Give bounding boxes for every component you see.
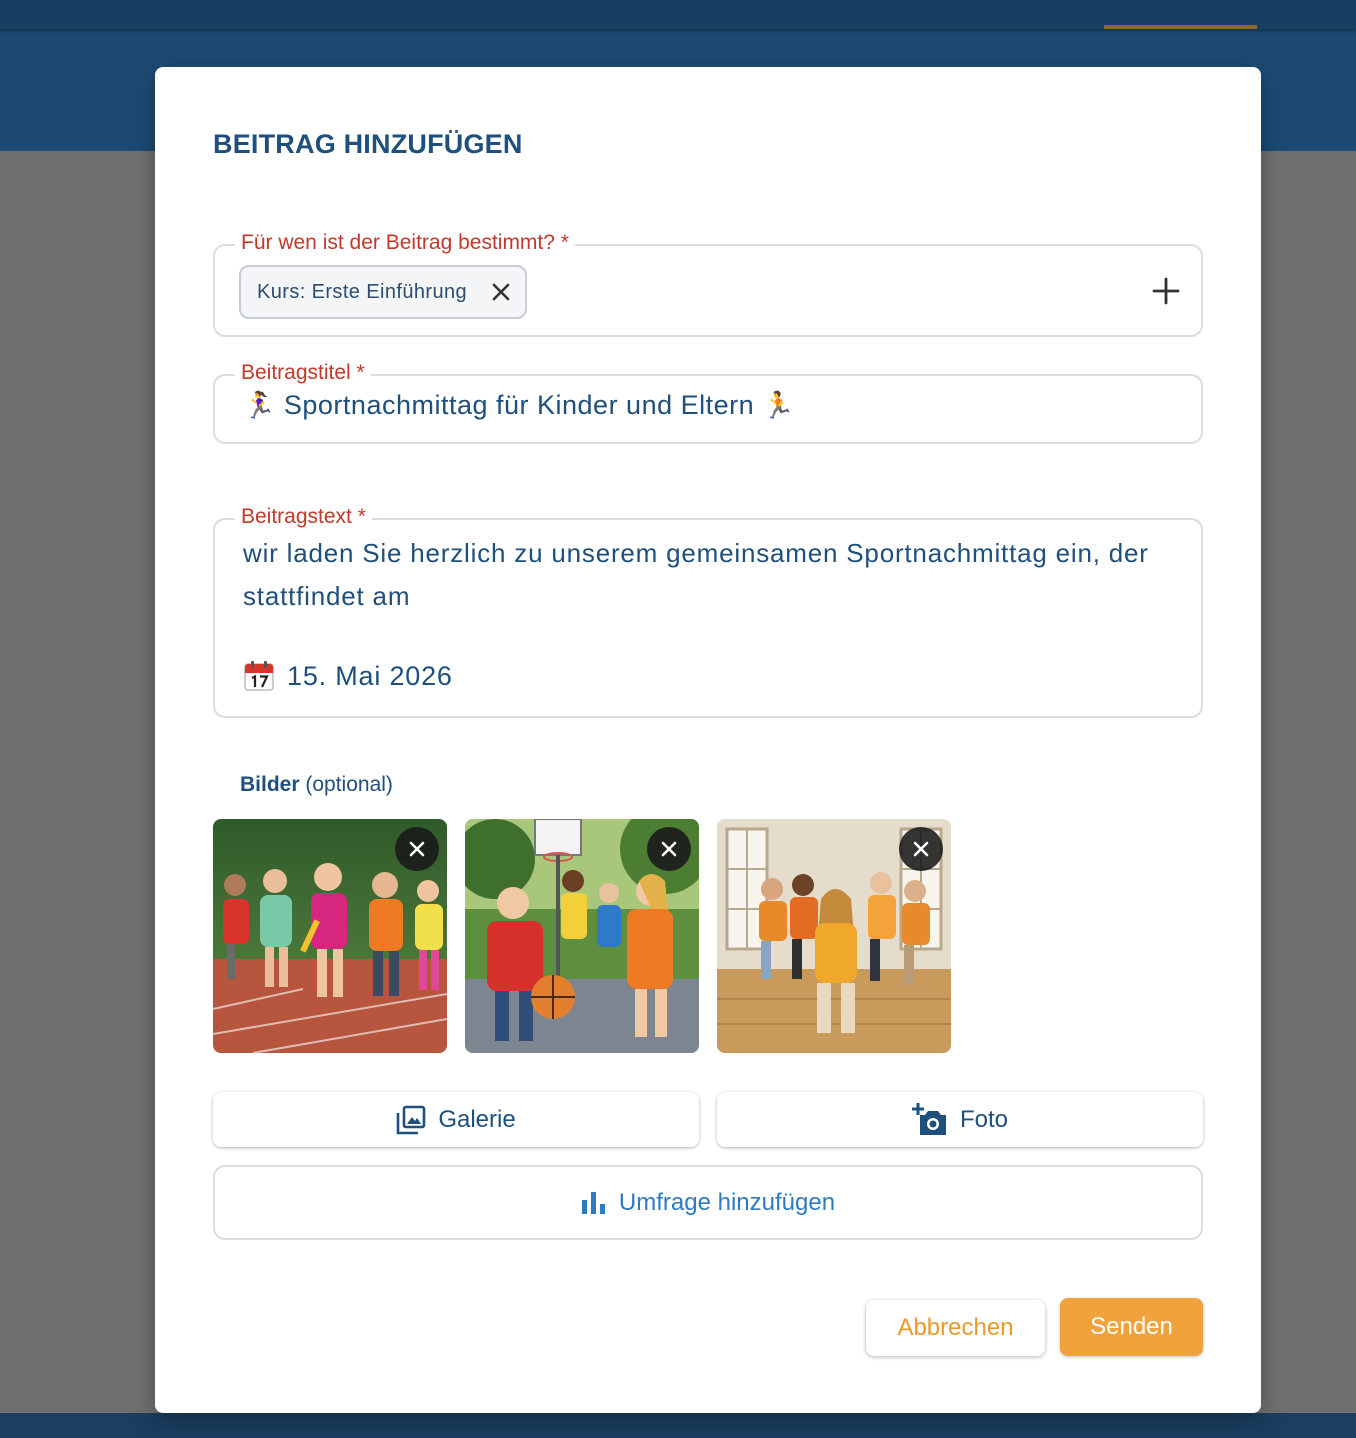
gallery-button-label: Galerie	[438, 1105, 516, 1133]
images-label: Bilder (optional)	[240, 773, 393, 797]
close-icon	[913, 841, 929, 857]
close-icon[interactable]	[489, 280, 513, 304]
remove-image-button[interactable]	[899, 827, 943, 871]
calendar-icon	[244, 661, 274, 691]
cancel-button-label: Abbrechen	[897, 1314, 1014, 1341]
gallery-icon	[397, 1105, 426, 1134]
close-icon	[661, 841, 677, 857]
cancel-button[interactable]: Abbrechen	[866, 1300, 1045, 1356]
image-basketball-children[interactable]	[465, 819, 699, 1053]
close-icon	[409, 841, 425, 857]
post-date: 15. Mai 2026	[287, 660, 453, 691]
active-tab-indicator	[1104, 25, 1257, 29]
images-label-title: Bilder	[240, 773, 300, 796]
add-poll-button[interactable]: Umfrage hinzufügen	[213, 1165, 1203, 1240]
recipient-chip-label: Kurs: Erste Einführung	[257, 280, 468, 303]
post-text-label: Beitragstext *	[235, 504, 372, 530]
post-text-body[interactable]: wir laden Sie herzlich zu unserem gemein…	[243, 532, 1173, 618]
image-running-children[interactable]	[213, 819, 447, 1053]
post-text-field[interactable]: Beitragstext * wir laden Sie herzlich zu…	[213, 504, 1203, 718]
images-label-optional: (optional)	[305, 773, 393, 796]
post-title-text: Sportnachmittag für Kinder und Eltern	[283, 390, 755, 420]
remove-image-button[interactable]	[395, 827, 439, 871]
photo-button[interactable]: Foto	[717, 1092, 1203, 1147]
recipient-chip[interactable]: Kurs: Erste Einführung	[239, 265, 527, 319]
plus-icon[interactable]	[1151, 276, 1181, 306]
post-text-date-line: 15. Mai 2026	[243, 660, 453, 692]
gallery-button[interactable]: Galerie	[213, 1092, 699, 1147]
image-dancing-group[interactable]	[717, 819, 951, 1053]
app-footer	[0, 1413, 1356, 1438]
add-post-dialog: BEITRAG HINZUFÜGEN Für wen ist der Beitr…	[155, 67, 1261, 1413]
recipients-label: Für wen ist der Beitrag bestimmt? *	[235, 230, 575, 256]
remove-image-button[interactable]	[647, 827, 691, 871]
dialog-title: BEITRAG HINZUFÜGEN	[213, 129, 523, 159]
add-poll-button-label: Umfrage hinzufügen	[618, 1188, 836, 1216]
post-title-label: Beitragstitel *	[235, 360, 371, 386]
photo-button-label: Foto	[959, 1105, 1009, 1133]
post-title-field[interactable]: Beitragstitel * 🏃‍♀️ Sportnachmittag für…	[213, 360, 1203, 444]
send-button[interactable]: Senden	[1060, 1298, 1203, 1356]
running-woman-emoji: 🏃‍♀️	[243, 391, 276, 421]
post-title-input[interactable]: 🏃‍♀️ Sportnachmittag für Kinder und Elte…	[243, 390, 795, 421]
send-button-label: Senden	[1090, 1313, 1173, 1340]
running-man-emoji: 🏃	[762, 391, 796, 421]
recipients-field[interactable]: Für wen ist der Beitrag bestimmt? * Kurs…	[213, 230, 1203, 337]
add-camera-icon	[911, 1102, 946, 1135]
bar-chart-icon	[581, 1191, 605, 1214]
